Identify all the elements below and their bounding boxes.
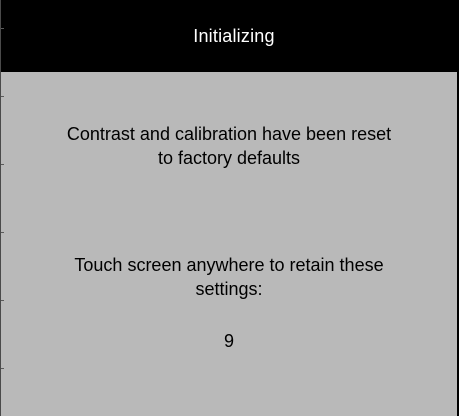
initializing-screen: Initializing Contrast and calibration ha… xyxy=(0,0,459,416)
touch-instruction: Touch screen anywhere to retain these se… xyxy=(1,253,457,301)
edge-tick xyxy=(1,96,4,97)
dialog-title: Initializing xyxy=(193,25,275,46)
edge-tick xyxy=(1,28,4,29)
touch-instruction-line-2: settings: xyxy=(195,279,263,299)
edge-tick xyxy=(1,300,4,301)
reset-message-line-2: to factory defaults xyxy=(157,148,301,168)
reset-message-line-1: Contrast and calibration have been reset xyxy=(66,124,392,144)
countdown-value: 9 xyxy=(223,331,234,351)
left-edge-ticks xyxy=(1,0,4,416)
touch-instruction-line-1: Touch screen anywhere to retain these xyxy=(74,255,384,275)
edge-tick xyxy=(1,368,4,369)
reset-message: Contrast and calibration have been reset… xyxy=(1,122,457,170)
title-bar: Initializing xyxy=(1,0,457,72)
edge-tick xyxy=(1,232,4,233)
edge-tick xyxy=(1,164,4,165)
